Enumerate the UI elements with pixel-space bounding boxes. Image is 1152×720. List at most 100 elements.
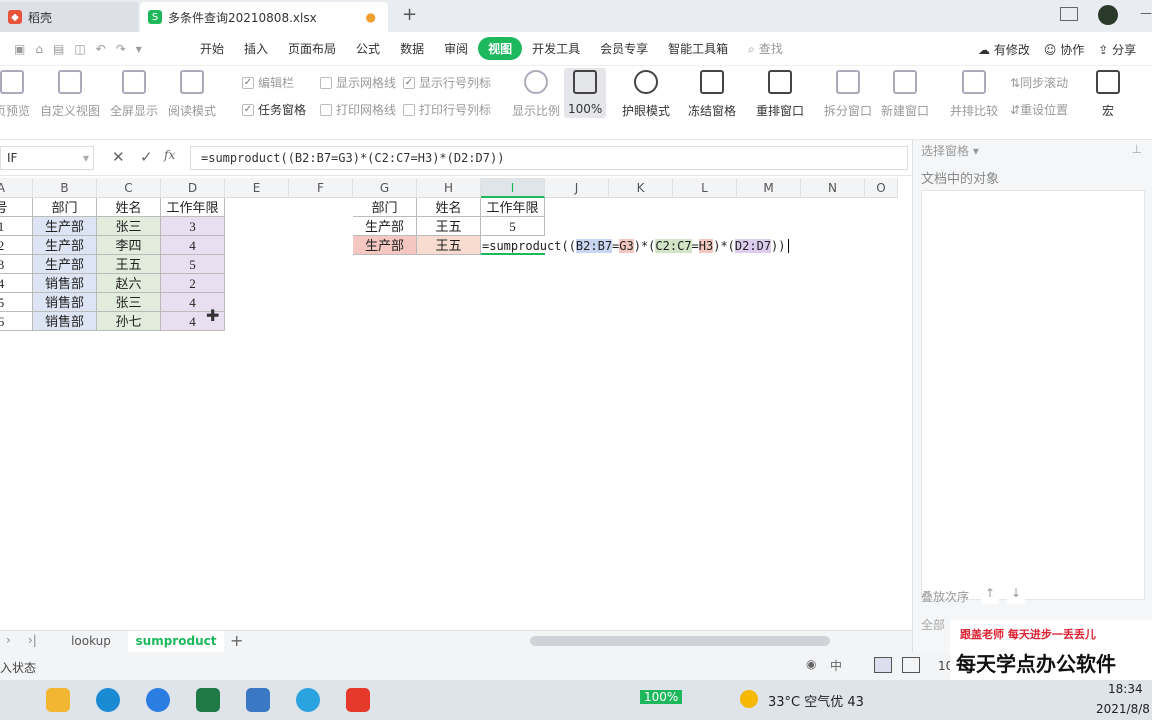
- split-window-button[interactable]: 拆分窗口: [824, 70, 872, 119]
- table1-cell[interactable]: 孙七: [97, 312, 161, 331]
- fullscreen-button[interactable]: 全屏显示: [110, 70, 158, 119]
- clock-time[interactable]: 18:34: [1108, 682, 1143, 696]
- table1-header-cell[interactable]: 姓名: [97, 198, 161, 217]
- file-explorer-icon[interactable]: [46, 688, 70, 712]
- open-icon[interactable]: ⌂: [35, 42, 43, 56]
- tab-daoke[interactable]: ◆ 稻壳: [0, 2, 138, 32]
- table1-cell[interactable]: 销售部: [33, 274, 97, 293]
- reset-pos-button[interactable]: ⇵ 重设位置: [1010, 101, 1068, 118]
- zoom-100-button[interactable]: 100%: [564, 68, 607, 118]
- eye-mode-button[interactable]: 护眼模式: [622, 70, 670, 119]
- table1-cell[interactable]: 4: [161, 236, 225, 255]
- zoom-ratio-button[interactable]: 显示比例: [512, 70, 560, 119]
- tab-file[interactable]: S 多条件查询20210808.xlsx ●: [140, 2, 388, 32]
- table1-cell[interactable]: 销售部: [33, 312, 97, 331]
- col-header-o[interactable]: O: [865, 178, 898, 198]
- table1-cell[interactable]: 张三: [97, 293, 161, 312]
- modified-button[interactable]: ☁ 有修改: [978, 41, 1030, 58]
- table1-cell[interactable]: 李四: [97, 236, 161, 255]
- show-grid-checkbox[interactable]: 显示网格线: [320, 74, 396, 91]
- menu-developer[interactable]: 开发工具: [522, 37, 590, 60]
- col-header-a[interactable]: A: [0, 178, 33, 198]
- eye-status-icon[interactable]: ◉: [806, 657, 816, 671]
- side-by-side-button[interactable]: 并排比较: [950, 70, 998, 119]
- table1-cell[interactable]: 3: [161, 217, 225, 236]
- table1-cell[interactable]: 生产部: [33, 217, 97, 236]
- app-icon[interactable]: [146, 688, 170, 712]
- col-header-c[interactable]: C: [97, 178, 161, 198]
- sync-scroll-button[interactable]: ⇅ 同步滚动: [1010, 74, 1068, 91]
- col-header-n[interactable]: N: [801, 178, 865, 198]
- menu-view[interactable]: 视图: [478, 37, 523, 60]
- share-button[interactable]: ⇪ 分享: [1098, 41, 1136, 58]
- table1-cell[interactable]: 1: [0, 217, 33, 236]
- move-up-icon[interactable]: ↑: [981, 586, 999, 604]
- input-method-icon[interactable]: 中: [830, 657, 842, 674]
- read-mode-button[interactable]: 阅读模式: [168, 70, 216, 119]
- col-header-m[interactable]: M: [737, 178, 801, 198]
- print-grid-checkbox[interactable]: 打印网格线: [320, 101, 396, 118]
- editbar-checkbox[interactable]: ✓ 编辑栏: [242, 74, 294, 91]
- col-header-l[interactable]: L: [673, 178, 737, 198]
- rearrange-button[interactable]: 重排窗口: [756, 70, 804, 119]
- table1-cell[interactable]: 5: [0, 293, 33, 312]
- minimize-icon[interactable]: —: [1140, 6, 1152, 20]
- wps-icon[interactable]: [346, 688, 370, 712]
- add-sheet-icon[interactable]: +: [230, 631, 243, 650]
- pin-icon[interactable]: ⊥: [1132, 142, 1142, 156]
- page-preview-button[interactable]: 页预览: [0, 70, 30, 119]
- table2-cell-h3[interactable]: 王五: [417, 236, 481, 255]
- table1-cell[interactable]: 6: [0, 312, 33, 331]
- table1-cell[interactable]: 生产部: [33, 236, 97, 255]
- col-header-k[interactable]: K: [609, 178, 673, 198]
- collab-button[interactable]: ☺ 协作: [1044, 41, 1084, 58]
- save-icon[interactable]: ▣: [14, 42, 25, 56]
- table1-cell[interactable]: 2: [0, 236, 33, 255]
- table1-cell[interactable]: 生产部: [33, 255, 97, 274]
- sheet-tab-lookup[interactable]: lookup: [58, 631, 124, 652]
- menu-member[interactable]: 会员专享: [590, 37, 658, 60]
- redo-icon[interactable]: ↷: [116, 42, 126, 56]
- table2-cell[interactable]: 5: [481, 217, 545, 236]
- cancel-icon[interactable]: ✕: [112, 148, 125, 166]
- menu-page-layout[interactable]: 页面布局: [278, 37, 346, 60]
- table2-cell[interactable]: 王五: [417, 217, 481, 236]
- move-down-icon[interactable]: ↓: [1007, 586, 1025, 604]
- table1-header-cell[interactable]: 工作年限: [161, 198, 225, 217]
- col-header-i[interactable]: I: [481, 178, 545, 198]
- sheet-tab-sumproduct[interactable]: sumproduct: [128, 631, 224, 652]
- menu-start[interactable]: 开始: [190, 37, 234, 60]
- freeze-button[interactable]: 冻结窗格: [688, 70, 736, 119]
- col-header-b[interactable]: B: [33, 178, 97, 198]
- excel-icon[interactable]: [196, 688, 220, 712]
- table1-cell[interactable]: 5: [161, 255, 225, 274]
- formula-input[interactable]: =sumproduct((B2:B7=G3)*(C2:C7=H3)*(D2:D7…: [190, 146, 908, 170]
- custom-view-button[interactable]: 自定义视图: [40, 70, 100, 119]
- menu-review[interactable]: 审阅: [434, 37, 478, 60]
- table2-header-cell[interactable]: 部门: [353, 198, 417, 217]
- table1-cell[interactable]: 4: [0, 274, 33, 293]
- col-header-h[interactable]: H: [417, 178, 481, 198]
- undo-icon[interactable]: ↶: [96, 42, 106, 56]
- battery-indicator[interactable]: 100%: [640, 690, 683, 704]
- col-header-e[interactable]: E: [225, 178, 289, 198]
- menu-data[interactable]: 数据: [390, 37, 434, 60]
- normal-view-icon[interactable]: [874, 657, 892, 673]
- col-header-f[interactable]: F: [289, 178, 353, 198]
- horizontal-scrollbar[interactable]: [530, 636, 830, 646]
- menu-formula[interactable]: 公式: [346, 37, 390, 60]
- browser-icon[interactable]: [296, 688, 320, 712]
- cell-edit-formula[interactable]: =sumproduct((B2:B7=G3)*(C2:C7=H3)*(D2:D7…: [482, 237, 789, 256]
- window-layout-icon[interactable]: [1060, 7, 1078, 21]
- new-window-button[interactable]: 新建窗口: [881, 70, 929, 119]
- more-icon[interactable]: ▾: [136, 42, 142, 56]
- table2-cell[interactable]: 生产部: [353, 217, 417, 236]
- sheet-grid[interactable]: 号部门 姓名 工作年限 1 生产部 张三 3 2 生产部 李四 4 3 生产部 王五 5 4 销售部 赵六 2 5 销售…: [0, 198, 898, 630]
- new-tab-button[interactable]: +: [402, 4, 417, 25]
- print-rowcol-checkbox[interactable]: 打印行号列标: [403, 101, 491, 118]
- prev-sheet-icon[interactable]: ›: [6, 633, 11, 647]
- search-button[interactable]: ⌕ 查找: [738, 37, 793, 60]
- show-rowcol-checkbox[interactable]: ✓ 显示行号列标: [403, 74, 491, 91]
- last-sheet-icon[interactable]: ›|: [28, 633, 37, 647]
- print-icon[interactable]: ▤: [53, 42, 64, 56]
